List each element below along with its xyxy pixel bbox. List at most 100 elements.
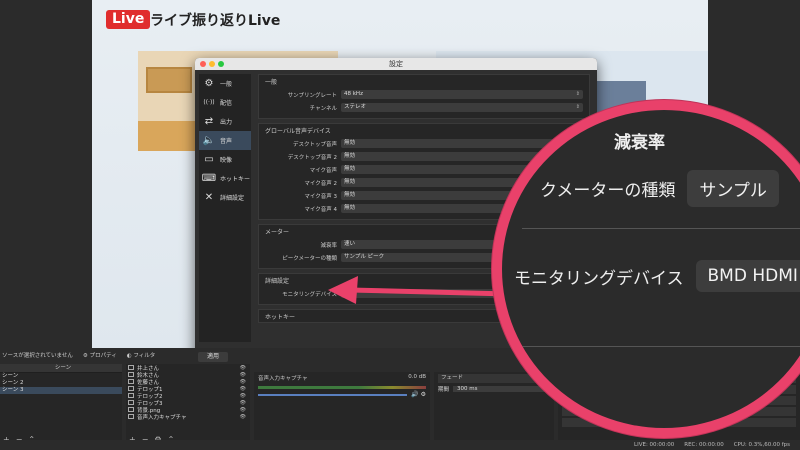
peak-type-label: ピークメーターの種類 bbox=[282, 255, 337, 262]
divider bbox=[522, 228, 800, 229]
nav-output[interactable]: ⇄ 出力 bbox=[199, 112, 251, 131]
device-label: デスクトップ音声 bbox=[292, 141, 337, 148]
gear-icon[interactable]: ⚙ bbox=[421, 391, 426, 398]
properties-button[interactable]: ⚙ プロパティ bbox=[83, 351, 117, 359]
nav-label: 配信 bbox=[220, 100, 233, 107]
volume-meter bbox=[258, 386, 426, 389]
scenes-dock: シーン シーン シーン 2 シーン 3 +−⌃⌄ bbox=[0, 364, 122, 444]
eye-icon[interactable]: 👁 bbox=[240, 379, 246, 385]
device-label: マイク音声 4 bbox=[304, 206, 337, 213]
live-badge: Live bbox=[106, 10, 151, 29]
filter-icon: ◐ bbox=[126, 353, 132, 359]
divider bbox=[522, 346, 800, 347]
properties-label: プロパティ bbox=[89, 353, 117, 359]
monitoring-label: モニタリングデバイス bbox=[282, 291, 337, 298]
nav-hotkeys[interactable]: ⌨ ホットキー bbox=[199, 169, 251, 188]
audio-mixer-dock: 音声入力キャプチャ 0.0 dB 🔊 ⚙ bbox=[254, 372, 430, 442]
keyboard-icon: ⌨ bbox=[201, 173, 217, 184]
nav-video[interactable]: ▭ 映像 bbox=[199, 150, 251, 169]
sources-dock: 井上さん 👁 鈴木さん 👁 佐藤さん 👁 テロップ1 👁 テロップ2 👁 テロップ3 👁 背… bbox=[126, 364, 250, 444]
settings-title: 設定 bbox=[389, 60, 403, 68]
magnified-monitoring-row: モニタリングデバイス BMD HDMI bbox=[514, 260, 800, 292]
speaker-icon[interactable]: 🔊 bbox=[411, 391, 418, 398]
eye-icon[interactable]: 👁 bbox=[240, 407, 246, 413]
source-toolbar: ソースが選択されていません ⚙ プロパティ ◐ フィルタ bbox=[0, 351, 180, 359]
volume-row: 🔊 ⚙ bbox=[254, 391, 430, 398]
rec-status: REC: 00:00:00 bbox=[684, 442, 724, 448]
nav-general[interactable]: ⚙ 一般 bbox=[199, 74, 251, 93]
nav-advanced[interactable]: ✕ 詳細設定 bbox=[199, 188, 251, 207]
mixer-level-value: 0.0 dB bbox=[408, 374, 426, 380]
apply-button[interactable]: 適用 bbox=[198, 352, 228, 362]
nav-label: 詳細設定 bbox=[220, 195, 245, 202]
magnifier-callout: 減衰率 クメーターの種類 サンプル モニタリングデバイス BMD HDMI bbox=[492, 100, 800, 438]
sample-rate-row: サンプリングレート 48 kHz ⇕ bbox=[265, 89, 583, 100]
nav-label: 映像 bbox=[220, 157, 233, 164]
source-type-icon bbox=[128, 372, 134, 377]
group-title: 一般 bbox=[265, 79, 278, 86]
source-type-icon bbox=[128, 400, 134, 405]
source-item[interactable]: 音声入力キャプチャ 👁 bbox=[126, 413, 250, 421]
magnified-peak-label: クメーターの種類 bbox=[540, 181, 676, 201]
source-type-icon bbox=[128, 407, 134, 412]
magnified-monitoring-label: モニタリングデバイス bbox=[514, 268, 684, 289]
magnified-decay-label: 減衰率 bbox=[614, 133, 665, 153]
nav-label: 出力 bbox=[220, 119, 233, 126]
magnified-decay-row: 減衰率 bbox=[614, 128, 665, 153]
source-type-icon bbox=[128, 379, 134, 384]
decay-label: 減衰率 bbox=[320, 242, 337, 249]
gear-icon: ⚙ bbox=[204, 78, 214, 89]
eye-icon[interactable]: 👁 bbox=[240, 372, 246, 378]
updown-icon: ⇕ bbox=[575, 91, 580, 97]
sample-rate-value: 48 kHz bbox=[344, 91, 363, 97]
gear-icon: ⚙ bbox=[82, 353, 88, 359]
monitor-icon: ▭ bbox=[204, 154, 214, 165]
source-type-icon bbox=[128, 365, 134, 370]
live-status: LIVE: 00:00:00 bbox=[634, 442, 675, 448]
nav-stream[interactable]: ((·)) 配信 bbox=[199, 93, 251, 112]
scene-item[interactable]: シーン bbox=[0, 373, 122, 380]
scenes-header: シーン bbox=[0, 364, 122, 373]
volume-slider[interactable] bbox=[258, 393, 408, 396]
magnified-peak-field: サンプル bbox=[687, 170, 779, 207]
device-label: マイク音声 2 bbox=[304, 180, 337, 187]
filters-label: フィルタ bbox=[133, 353, 156, 359]
eye-icon[interactable]: 👁 bbox=[240, 393, 246, 399]
settings-titlebar: 設定 bbox=[195, 58, 597, 70]
broadcast-icon: ((·)) bbox=[203, 99, 215, 106]
eye-icon[interactable]: 👁 bbox=[240, 414, 246, 420]
mixer-channel-header: 音声入力キャプチャ 0.0 dB bbox=[254, 372, 430, 384]
nav-audio[interactable]: 🔈 音声 bbox=[199, 131, 251, 150]
output-icon: ⇄ bbox=[204, 116, 214, 127]
filters-button[interactable]: ◐ フィルタ bbox=[127, 351, 155, 359]
sample-rate-label: サンプリングレート bbox=[287, 92, 337, 99]
device-label: デスクトップ音声 2 bbox=[287, 154, 337, 161]
stream-title: ライブ振り返りLive bbox=[150, 13, 281, 29]
source-type-icon bbox=[128, 393, 134, 398]
device-label: マイク音声 3 bbox=[304, 193, 337, 200]
tools-icon: ✕ bbox=[204, 192, 214, 203]
eye-icon[interactable]: 👁 bbox=[240, 365, 246, 371]
source-label: 音声入力キャプチャ bbox=[137, 414, 187, 421]
channels-label: チャンネル bbox=[309, 105, 337, 112]
settings-sidebar: ⚙ 一般 ((·)) 配信 ⇄ 出力 🔈 音声 ▭ 映像 ⌨ ホットキー ✕ 詳細設定 bbox=[199, 74, 251, 342]
shelf-graphic bbox=[146, 67, 192, 93]
speaker-icon: 🔈 bbox=[202, 135, 216, 146]
eye-icon[interactable]: 👁 bbox=[240, 386, 246, 392]
magnifier-content: 減衰率 クメーターの種類 サンプル モニタリングデバイス BMD HDMI bbox=[502, 110, 800, 428]
source-type-icon bbox=[128, 386, 134, 391]
magnified-monitoring-field: BMD HDMI bbox=[695, 260, 800, 292]
nav-label: ホットキー bbox=[220, 176, 251, 183]
channels-value: ステレオ bbox=[344, 104, 367, 110]
eye-icon[interactable]: 👁 bbox=[240, 400, 246, 406]
device-label: マイク音声 bbox=[309, 167, 337, 174]
cpu-status: CPU: 0.3%,60.00 fps bbox=[733, 442, 790, 448]
nav-label: 一般 bbox=[220, 81, 233, 88]
magnified-peak-row: クメーターの種類 サンプル bbox=[540, 170, 779, 207]
no-source-text: ソースが選択されていません bbox=[2, 353, 73, 359]
scene-item[interactable]: シーン 3 bbox=[0, 387, 122, 394]
scene-item[interactable]: シーン 2 bbox=[0, 380, 122, 387]
sample-rate-select[interactable]: 48 kHz ⇕ bbox=[341, 90, 583, 99]
nav-label: 音声 bbox=[220, 138, 233, 145]
duration-label: 期間 bbox=[438, 387, 450, 393]
